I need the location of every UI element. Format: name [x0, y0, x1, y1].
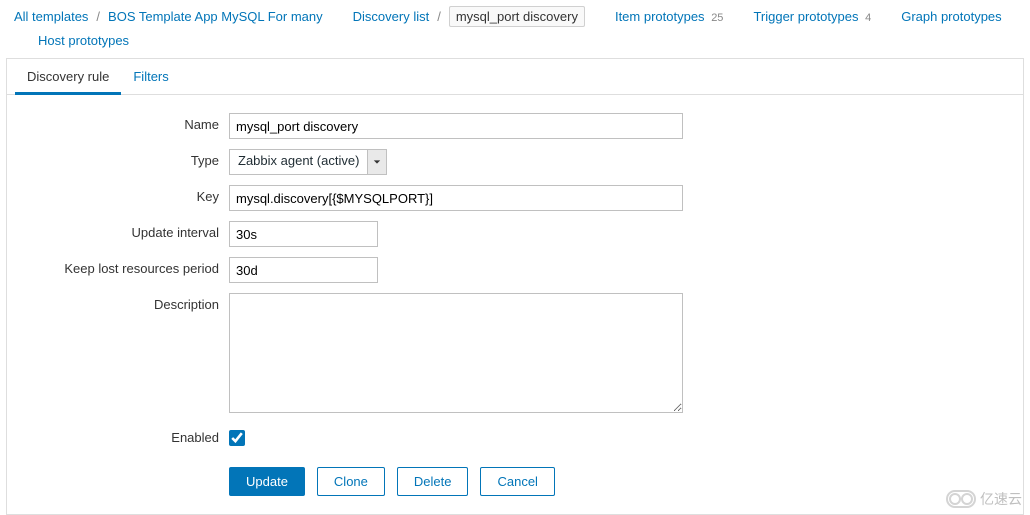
- bc-sep: /: [437, 9, 441, 24]
- watermark-icon: [946, 490, 976, 508]
- label-update-interval: Update interval: [19, 221, 229, 240]
- breadcrumb: All templates / BOS Template App MySQL F…: [0, 0, 1030, 58]
- clone-button[interactable]: Clone: [317, 467, 385, 496]
- bc-sep: /: [96, 9, 100, 24]
- key-input[interactable]: [229, 185, 683, 211]
- tab-discovery-rule[interactable]: Discovery rule: [15, 60, 121, 95]
- count-badge: 4: [865, 12, 871, 24]
- nav-item-prototypes[interactable]: Item prototypes 25: [615, 9, 723, 24]
- chevron-down-icon[interactable]: [367, 150, 386, 174]
- label-name: Name: [19, 113, 229, 132]
- bc-all-templates[interactable]: All templates: [14, 9, 88, 24]
- label-description: Description: [19, 293, 229, 312]
- enabled-checkbox[interactable]: [229, 430, 245, 446]
- update-button[interactable]: Update: [229, 467, 305, 496]
- keep-lost-input[interactable]: [229, 257, 378, 283]
- bc-template-name[interactable]: BOS Template App MySQL For many: [108, 9, 323, 24]
- count-badge: 25: [711, 12, 723, 24]
- button-row: Update Clone Delete Cancel: [229, 467, 1011, 496]
- watermark: 亿速云: [946, 489, 1022, 509]
- label-key: Key: [19, 185, 229, 204]
- nav-trigger-prototypes[interactable]: Trigger prototypes 4: [753, 9, 871, 24]
- form-area: Name Type Zabbix agent (active) Key: [7, 95, 1023, 514]
- tab-filters[interactable]: Filters: [121, 60, 180, 95]
- type-select-value: Zabbix agent (active): [230, 150, 367, 174]
- nav-host-prototypes[interactable]: Host prototypes: [38, 33, 129, 48]
- label-enabled: Enabled: [19, 426, 229, 445]
- type-select[interactable]: Zabbix agent (active): [229, 149, 387, 175]
- bc-current: mysql_port discovery: [449, 6, 585, 27]
- bc-discovery-list[interactable]: Discovery list: [353, 9, 430, 24]
- content-panel: Discovery rule Filters Name Type Zabbix …: [6, 58, 1024, 515]
- name-input[interactable]: [229, 113, 683, 139]
- description-textarea[interactable]: [229, 293, 683, 413]
- update-interval-input[interactable]: [229, 221, 378, 247]
- delete-button[interactable]: Delete: [397, 467, 469, 496]
- label-type: Type: [19, 149, 229, 168]
- label-keep-lost: Keep lost resources period: [19, 257, 229, 276]
- tab-row: Discovery rule Filters: [7, 59, 1023, 95]
- cancel-button[interactable]: Cancel: [480, 467, 554, 496]
- nav-graph-prototypes[interactable]: Graph prototypes: [901, 9, 1001, 24]
